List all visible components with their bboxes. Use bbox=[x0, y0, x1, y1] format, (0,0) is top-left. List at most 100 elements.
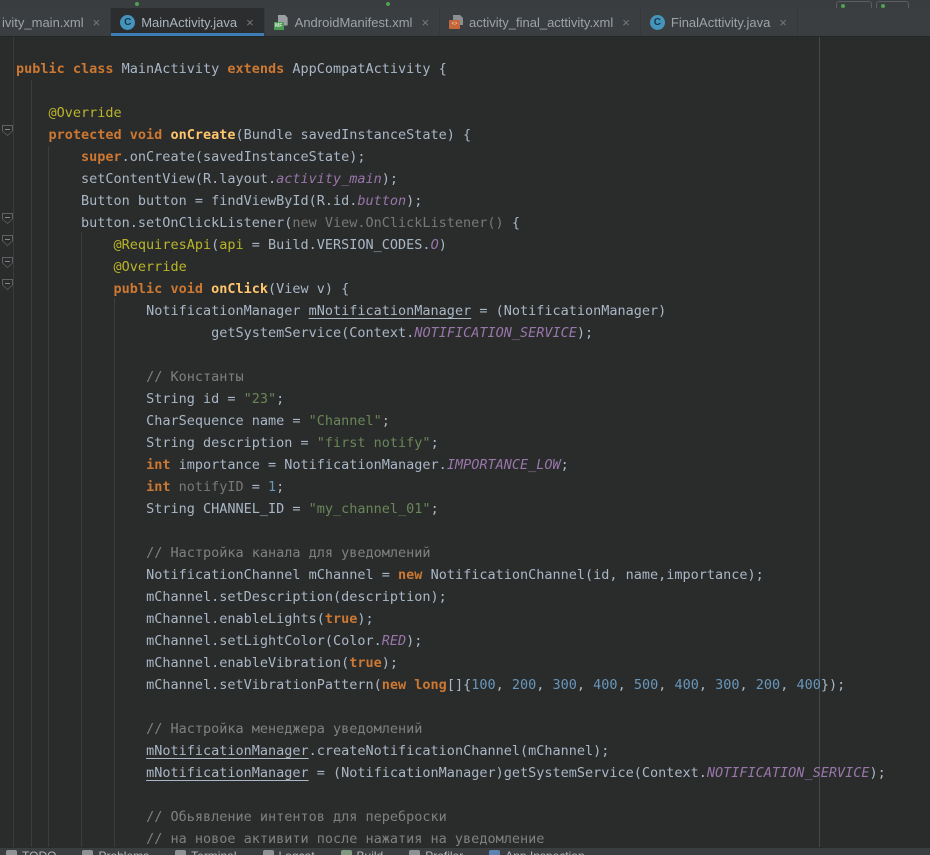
code-segment-def: ; bbox=[431, 435, 439, 451]
code-segment-def: (View v) { bbox=[268, 281, 349, 297]
code-line: String id = "23"; bbox=[0, 388, 930, 410]
code-segment-num: 400 bbox=[593, 677, 617, 693]
fold-marker[interactable] bbox=[2, 235, 13, 246]
problems-icon bbox=[82, 850, 93, 855]
code-segment-def: CharSequence name = bbox=[146, 413, 309, 429]
code-segment-def: button.setOnClickListener( bbox=[81, 215, 292, 231]
code-segment-num: 300 bbox=[553, 677, 577, 693]
logcat-icon bbox=[263, 850, 274, 855]
toolwindow-button-build[interactable]: Build bbox=[341, 849, 384, 855]
code-line: button.setOnClickListener(new View.OnCli… bbox=[0, 212, 930, 234]
code-segment-dim: new View.OnClickListener() bbox=[292, 215, 511, 231]
code-segment-cons: O bbox=[431, 237, 439, 253]
code-line bbox=[0, 344, 930, 366]
tab-label: ivity_main.xml bbox=[2, 15, 84, 30]
toolwindow-bar: TODO Problems Terminal Logcat Build Profiler A… bbox=[0, 847, 930, 855]
tab-label: activity_final_acttivity.xml bbox=[469, 15, 613, 30]
code-segment-def: ); bbox=[357, 611, 373, 627]
code-segment-def: .onCreate(savedInstanceState); bbox=[122, 149, 366, 165]
code-segment-und: mNotificationManager bbox=[146, 743, 309, 759]
code-segment-str: "my_channel_01" bbox=[309, 501, 431, 517]
code-line: Button button = findViewById(R.id.button… bbox=[0, 190, 930, 212]
code-editor[interactable]: public class MainActivity extends AppCom… bbox=[0, 37, 930, 847]
toolwindow-label: Profiler bbox=[425, 849, 463, 855]
close-tab-icon[interactable]: × bbox=[246, 16, 254, 29]
toolwindow-button-problems[interactable]: Problems bbox=[82, 849, 149, 855]
fold-marker[interactable] bbox=[2, 213, 13, 224]
code-line bbox=[0, 696, 930, 718]
run-indicator-dot bbox=[135, 2, 139, 6]
code-line bbox=[0, 784, 930, 806]
ide-window: ivity_main.xml×CMainActivity.java×MFAndr… bbox=[0, 0, 930, 855]
code-segment-num: 200 bbox=[756, 677, 780, 693]
code-line: @Override bbox=[0, 102, 930, 124]
code-segment-decl: onClick bbox=[211, 281, 268, 297]
editor-tab-mainactivity-java[interactable]: CMainActivity.java× bbox=[111, 8, 264, 36]
code-segment-def: ; bbox=[276, 391, 284, 407]
code-segment-num: 100 bbox=[471, 677, 495, 693]
code-line: // Настройка канала для уведомлений bbox=[0, 542, 930, 564]
close-tab-icon[interactable]: × bbox=[93, 16, 101, 29]
toolwindow-button-app-inspection[interactable]: App Inspection bbox=[489, 849, 584, 855]
code-segment-com: // на новое активити после нажатия на ув… bbox=[146, 831, 544, 847]
code-line: mChannel.enableLights(true); bbox=[0, 608, 930, 630]
toolwindow-button-todo[interactable]: TODO bbox=[6, 849, 56, 855]
code-segment-com: // Настройка канала для уведомлений bbox=[146, 545, 430, 561]
code-line: mNotificationManager.createNotificationC… bbox=[0, 740, 930, 762]
editor-tab-activity-final-acttivity-xml[interactable]: <>activity_final_acttivity.xml× bbox=[440, 8, 641, 36]
code-segment-com: // Настройка менеджера уведомлений bbox=[146, 721, 422, 737]
code-segment-def: }); bbox=[821, 677, 845, 693]
code-segment-def: ; bbox=[561, 457, 569, 473]
code-segment-ann: @Override bbox=[114, 259, 187, 275]
code-segment-str: "23" bbox=[244, 391, 277, 407]
fold-marker[interactable] bbox=[2, 125, 13, 136]
code-segment-kw: int bbox=[146, 479, 179, 495]
toolwindow-button-profiler[interactable]: Profiler bbox=[409, 849, 463, 855]
code-segment-num: 500 bbox=[634, 677, 658, 693]
code-segment-kw: extends bbox=[227, 61, 292, 77]
code-segment-def: ; bbox=[431, 501, 439, 517]
close-tab-icon[interactable]: × bbox=[622, 16, 630, 29]
code-line: mChannel.setLightColor(Color.RED); bbox=[0, 630, 930, 652]
code-segment-def: MainActivity bbox=[122, 61, 228, 77]
code-segment-num: 400 bbox=[796, 677, 820, 693]
editor-tab-finalacttivity-java[interactable]: CFinalActtivity.java× bbox=[641, 8, 798, 36]
code-line: getSystemService(Context.NOTIFICATION_SE… bbox=[0, 322, 930, 344]
code-segment-def: , bbox=[699, 677, 715, 693]
code-segment-def: (Bundle savedInstanceState) { bbox=[235, 127, 471, 143]
toolwindow-label: TODO bbox=[22, 849, 56, 855]
code-line bbox=[0, 520, 930, 542]
code-segment-com: // Обьявление интентов для переброски bbox=[146, 809, 447, 825]
toolwindow-button-terminal[interactable]: Terminal bbox=[175, 849, 236, 855]
code-segment-def: ); bbox=[382, 655, 398, 671]
toolwindow-label: Logcat bbox=[279, 849, 315, 855]
fold-marker[interactable] bbox=[2, 257, 13, 268]
code-segment-kw: true bbox=[325, 611, 358, 627]
code-line: NotificationChannel mChannel = new Notif… bbox=[0, 564, 930, 586]
code-segment-kw: new bbox=[398, 567, 431, 583]
code-segment-def: ( bbox=[211, 237, 219, 253]
code-segment-def: setContentView(R.layout. bbox=[81, 171, 276, 187]
code-segment-def: mChannel.setLightColor(Color. bbox=[146, 633, 382, 649]
code-segment-kw: new long bbox=[382, 677, 447, 693]
code-line: // Настройка менеджера уведомлений bbox=[0, 718, 930, 740]
close-tab-icon[interactable]: × bbox=[779, 16, 787, 29]
code-line: int importance = NotificationManager.IMP… bbox=[0, 454, 930, 476]
app-inspection-icon bbox=[489, 850, 500, 855]
code-segment-decl: onCreate bbox=[170, 127, 235, 143]
terminal-icon bbox=[175, 850, 186, 855]
close-tab-icon[interactable]: × bbox=[421, 16, 429, 29]
code-segment-def: , bbox=[536, 677, 552, 693]
code-segment-kw: int bbox=[146, 457, 179, 473]
code-segment-cons: RED bbox=[382, 633, 406, 649]
code-segment-def: , bbox=[780, 677, 796, 693]
editor-tab-ivity-main-xml[interactable]: ivity_main.xml × bbox=[0, 8, 111, 36]
code-segment-dim: notifyID bbox=[179, 479, 244, 495]
tab-label: MainActivity.java bbox=[141, 15, 237, 30]
code-segment-def: getSystemService(Context. bbox=[211, 325, 414, 341]
code-segment-def: String id = bbox=[146, 391, 244, 407]
code-line: NotificationManager mNotificationManager… bbox=[0, 300, 930, 322]
editor-tab-androidmanifest-xml[interactable]: MFAndroidManifest.xml× bbox=[265, 8, 440, 36]
fold-marker[interactable] bbox=[2, 279, 13, 290]
toolwindow-button-logcat[interactable]: Logcat bbox=[263, 849, 315, 855]
